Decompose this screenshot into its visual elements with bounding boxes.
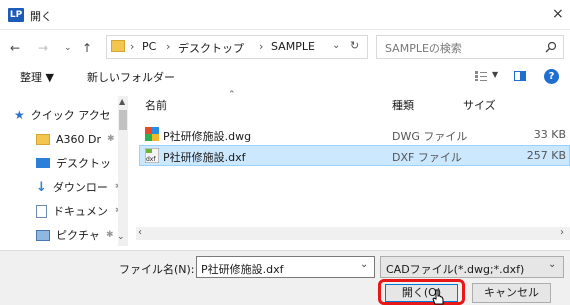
folder-icon [36,133,50,145]
forward-arrow-icon[interactable]: → [38,41,48,55]
sidebar-item-label: デスクトッ [56,157,111,170]
breadcrumb-separator: › [130,40,135,53]
download-icon: ↓ [36,179,47,195]
open-button[interactable]: 開く(O) [385,284,458,302]
back-arrow-icon[interactable]: ← [10,41,20,55]
view-options-icon[interactable] [474,70,488,82]
search-placeholder: SAMPLEの検索 [385,42,462,55]
column-header-row: 名前 ⌃ 種類 サイズ [139,90,570,113]
file-type: DXF ファイル [392,151,462,164]
column-header-size[interactable]: サイズ [463,97,496,113]
sidebar-item-documents[interactable]: ドキュメン ✱ [36,199,123,223]
column-header-type[interactable]: 種類 [392,97,414,113]
document-icon [36,204,47,218]
desktop-icon [36,158,50,168]
pin-icon: ✱ [106,230,114,240]
app-logo-icon: LP [8,8,24,22]
filename-input[interactable]: P社研修施設.dxf ⌄ [196,256,375,278]
breadcrumb-pc[interactable]: PC [142,40,156,53]
svg-text:dxf: dxf [146,156,156,163]
pin-icon: ✱ [107,134,115,144]
breadcrumb-separator: › [259,40,264,53]
column-header-name[interactable]: 名前 [145,97,167,113]
scroll-left-arrow-icon[interactable]: ‹ [138,227,142,238]
filename-value: P社研修施設.dxf [201,263,284,276]
search-icon [545,41,557,53]
dialog-footer: ファイル名(N): P社研修施設.dxf ⌄ CADファイル(*.dwg;*.d… [0,250,570,305]
address-row: ← → ⌄ ↑ › PC › デスクトップ › SAMPLE ⌄ ↻ SAMPL… [0,30,570,64]
refresh-icon[interactable]: ↻ [350,39,359,52]
filter-dropdown-chevron-icon[interactable]: ⌄ [548,259,556,270]
sidebar-item-desktop[interactable]: デスクトッ ✱ [36,151,126,175]
cancel-button[interactable]: キャンセル [472,283,551,303]
picture-icon [36,229,50,241]
scroll-up-arrow-icon[interactable]: ▲ [119,97,125,106]
dwg-file-icon [145,127,159,141]
sidebar-item-quick-access[interactable]: ★ クイック アクセ [14,103,109,127]
up-arrow-icon[interactable]: ↑ [82,41,92,55]
sort-indicator-icon: ⌃ [228,90,236,100]
preview-pane-icon[interactable] [514,71,526,81]
file-size: 257 KB [526,149,566,162]
new-folder-button[interactable]: 新しいフォルダー [87,69,175,85]
close-button[interactable]: × [552,6,564,22]
sidebar-item-label: A360 Dr [56,132,102,146]
folder-icon [111,40,125,52]
dxf-file-icon: dxf [145,148,159,163]
horizontal-scrollbar[interactable]: ‹ › [136,227,570,240]
breadcrumb-separator: › [166,40,171,53]
sidebar-item-label: ダウンロー [52,181,108,194]
hand-cursor-icon [432,289,444,305]
nav-scrollbar[interactable]: ▲ [118,96,128,246]
nav-expand-chevron-icon[interactable]: ⌄ [117,232,125,242]
filename-dropdown-chevron-icon[interactable]: ⌄ [360,259,368,270]
address-dropdown-chevron-icon[interactable]: ⌄ [332,40,340,51]
view-chevron-down-icon[interactable]: ▼ [492,70,498,79]
sidebar-item-label: ドキュメン [53,205,108,218]
command-toolbar: 整理 ▼ 新しいフォルダー ▼ ? [0,64,570,88]
help-icon[interactable]: ? [544,69,559,84]
file-size: 33 KB [533,128,566,141]
title-bar: LP 開く × [0,0,570,30]
sidebar-item-pictures[interactable]: ピクチャ ✱ [36,223,114,247]
scrollbar-thumb[interactable] [119,110,127,130]
sidebar-item-a360-drive[interactable]: A360 Dr ✱ [36,127,115,151]
file-name: P社研修施設.dxf [163,151,246,164]
sidebar-item-label: ピクチャ [56,229,100,242]
filter-value: CADファイル(*.dwg;*.dxf) [386,263,525,276]
scroll-right-arrow-icon[interactable]: › [560,227,564,238]
sidebar-item-downloads[interactable]: ↓ ダウンロー ✱ [36,175,122,199]
organize-menu-button[interactable]: 整理 ▼ [20,69,54,85]
address-bar[interactable]: › PC › デスクトップ › SAMPLE ⌄ ↻ [106,35,368,59]
navigation-pane: ★ クイック アクセ A360 Dr ✱ デスクトッ ✱ ↓ ダウンロー ✱ ド… [0,93,134,250]
breadcrumb-desktop[interactable]: デスクトップ [178,40,244,56]
recent-chevron-down-icon[interactable]: ⌄ [64,43,72,53]
cancel-button-label: キャンセル [484,286,539,299]
search-input[interactable]: SAMPLEの検索 [376,35,564,59]
file-name: P社研修施設.dwg [163,130,252,143]
filename-label: ファイル名(N): [119,263,195,276]
sidebar-item-label: クイック アクセ [30,109,109,122]
file-type-filter-select[interactable]: CADファイル(*.dwg;*.dxf) ⌄ [380,256,564,278]
file-type: DWG ファイル [392,130,468,143]
star-icon: ★ [14,108,25,122]
window-title: 開く [30,10,52,23]
file-row-dxf[interactable]: dxf P社研修施設.dxf DXF ファイル 257 KB [139,145,570,166]
file-row-dwg[interactable]: P社研修施設.dwg DWG ファイル 33 KB [139,124,570,145]
breadcrumb-sample[interactable]: SAMPLE [271,40,315,53]
